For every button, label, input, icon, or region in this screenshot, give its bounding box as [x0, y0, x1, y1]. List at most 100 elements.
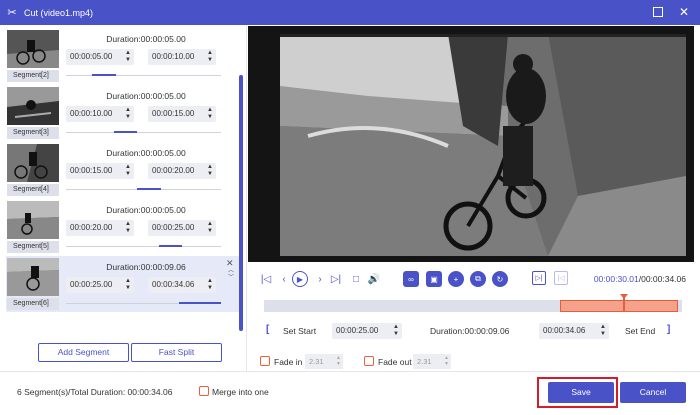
segment-label: Segment[3] — [7, 127, 59, 139]
fade-out-stepper[interactable]: ▲ ▼ — [444, 355, 449, 367]
fade-out-checkbox[interactable] — [364, 356, 374, 366]
skip-start-button[interactable]: |◁ — [258, 271, 274, 287]
segment-start-stepper[interactable]: ▲ ▼ — [125, 221, 131, 235]
segment-start-field[interactable]: 00:00:05.00 ▲ ▼ — [66, 49, 134, 65]
start-time-field[interactable]: 00:00:25.00 ▲ ▼ — [332, 323, 402, 339]
add-button[interactable]: + — [448, 271, 464, 287]
skip-start-icon: |◁ — [260, 273, 272, 285]
set-start-button[interactable]: Set Start — [283, 326, 316, 336]
cancel-button[interactable]: Cancel — [620, 382, 686, 403]
play-button[interactable]: ▶ — [292, 271, 308, 287]
set-end-button[interactable]: Set End — [625, 326, 655, 336]
playhead[interactable] — [620, 294, 628, 312]
skip-end-button[interactable]: ▷| — [328, 271, 344, 287]
segment-start-field[interactable]: 00:00:15.00 ▲ ▼ — [66, 163, 134, 179]
segment-item[interactable]: Segment[6] Duration:00:00:09.06 00:00:25.0… — [6, 256, 242, 312]
reorder-segment-icon[interactable]: ︿ ﹀ — [228, 268, 234, 282]
end-time-stepper[interactable]: ▲ ▼ — [600, 324, 606, 338]
segment-start-value: 00:00:10.00 — [70, 109, 113, 118]
segment-end-stepper[interactable]: ▲ ▼ — [207, 221, 213, 235]
loop-button[interactable]: ∞ — [403, 271, 419, 287]
segment-thumbnail — [7, 87, 59, 125]
segment-start-value: 00:00:15.00 — [70, 166, 113, 175]
fade-out-value: 2.31 — [417, 357, 432, 366]
stop-icon: □ — [352, 273, 360, 285]
previous-frame-button[interactable]: ‹ — [276, 271, 292, 287]
segment-end-stepper[interactable]: ▲ ▼ — [207, 107, 213, 121]
jump-to-start-button[interactable]: ▷| — [532, 271, 546, 285]
playback-time: 00:00:30.01/00:00:34.06 — [594, 274, 686, 284]
stop-button[interactable]: □ — [348, 271, 364, 287]
next-frame-button[interactable]: › — [312, 271, 328, 287]
segment-end-field[interactable]: 00:00:10.00 ▲ ▼ — [148, 49, 216, 65]
fade-out-field[interactable]: 2.31 ▲ ▼ — [413, 354, 451, 369]
chevron-right-icon: › — [318, 273, 322, 285]
segment-end-field[interactable]: 00:00:34.06 ▲ ▼ — [148, 277, 216, 293]
fade-out-label: Fade out — [378, 357, 412, 367]
fade-in-value: 2.31 — [309, 357, 324, 366]
cut-timeline[interactable] — [264, 294, 682, 312]
reset-button[interactable]: ↻ — [492, 271, 508, 287]
segment-item[interactable]: Segment[2] Duration:00:00:05.00 00:00:05.0… — [6, 28, 242, 84]
segment-duration: Duration:00:00:05.00 — [106, 205, 186, 215]
segment-start-field[interactable]: 00:00:10.00 ▲ ▼ — [66, 106, 134, 122]
segment-end-field[interactable]: 00:00:15.00 ▲ ▼ — [148, 106, 216, 122]
end-time-field[interactable]: 00:00:34.06 ▲ ▼ — [539, 323, 609, 339]
fast-split-button[interactable]: Fast Split — [131, 343, 222, 362]
selected-range[interactable] — [560, 300, 678, 312]
segment-range-fill — [114, 131, 138, 133]
segment-thumbnail — [7, 201, 59, 239]
camera-icon: ▣ — [430, 274, 438, 284]
volume-button[interactable]: 🔊 — [366, 271, 382, 287]
segment-end-field[interactable]: 00:00:25.00 ▲ ▼ — [148, 220, 216, 236]
segment-range-fill — [137, 188, 161, 190]
segment-list-scrollbar[interactable] — [239, 75, 243, 331]
fade-in-checkbox[interactable] — [260, 356, 270, 366]
segment-start-stepper[interactable]: ▲ ▼ — [125, 278, 131, 292]
jump-end-icon: |◁ — [557, 275, 565, 282]
scissors-icon: ✂ — [7, 6, 17, 19]
copy-button[interactable]: ⧉ — [470, 271, 486, 287]
maximize-button[interactable] — [652, 6, 664, 18]
add-segment-button[interactable]: Add Segment — [38, 343, 129, 362]
merge-checkbox[interactable] — [199, 386, 209, 396]
segment-label: Segment[4] — [7, 184, 59, 196]
segment-start-stepper[interactable]: ▲ ▼ — [125, 164, 131, 178]
jump-to-end-button[interactable]: |◁ — [554, 271, 568, 285]
title-bar: ✂ Cut (video1.mp4) ✕ — [0, 0, 700, 25]
segment-start-field[interactable]: 00:00:20.00 ▲ ▼ — [66, 220, 134, 236]
segment-start-stepper[interactable]: ▲ ▼ — [125, 50, 131, 64]
segment-start-field[interactable]: 00:00:25.00 ▲ ▼ — [66, 277, 134, 293]
segment-item[interactable]: Segment[4] Duration:00:00:05.00 00:00:15.0… — [6, 142, 242, 198]
playback-controls: |◁ ‹ ▶ › ▷| □ 🔊 ∞ ▣ + ⧉ ↻ ▷| |◁ 00:00:30… — [248, 262, 694, 296]
start-time-value: 00:00:25.00 — [336, 326, 379, 335]
segment-item[interactable]: Segment[3] Duration:00:00:05.00 00:00:10.0… — [6, 85, 242, 141]
start-time-stepper[interactable]: ▲ ▼ — [393, 324, 399, 338]
current-time: 00:00:30.01 — [593, 274, 639, 284]
close-button[interactable]: ✕ — [678, 6, 690, 18]
fade-in-stepper[interactable]: ▲ ▼ — [336, 355, 341, 367]
snapshot-button[interactable]: ▣ — [426, 271, 442, 287]
segment-start-stepper[interactable]: ▲ ▼ — [125, 107, 131, 121]
segment-list: Segment[2] Duration:00:00:05.00 00:00:05.0… — [6, 26, 246, 340]
total-time: /00:00:34.06 — [638, 274, 686, 284]
segment-duration: Duration:00:00:05.00 — [106, 91, 186, 101]
segment-start-value: 00:00:20.00 — [70, 223, 113, 232]
segment-range-fill — [159, 245, 183, 247]
fade-in-field[interactable]: 2.31 ▲ ▼ — [305, 354, 343, 369]
cut-duration: Duration:00:00:09.06 — [430, 326, 510, 336]
segment-label: Segment[5] — [7, 241, 59, 253]
segment-range-fill — [179, 302, 221, 304]
save-button[interactable]: Save — [548, 382, 614, 403]
segment-end-stepper[interactable]: ▲ ▼ — [207, 164, 213, 178]
jump-start-icon: ▷| — [535, 275, 543, 282]
cut-range-row: [ Set Start 00:00:25.00 ▲ ▼ Duration:00:00… — [262, 321, 684, 341]
segment-end-stepper[interactable]: ▲ ▼ — [207, 50, 213, 64]
segment-thumbnail — [7, 258, 59, 296]
segment-end-stepper[interactable]: ▲ ▼ — [207, 278, 213, 292]
segment-item[interactable]: Segment[5] Duration:00:00:05.00 00:00:20.0… — [6, 199, 242, 255]
segment-track — [66, 245, 221, 247]
segment-end-field[interactable]: 00:00:20.00 ▲ ▼ — [148, 163, 216, 179]
panel-divider — [246, 26, 247, 371]
segment-range-fill — [92, 74, 116, 76]
